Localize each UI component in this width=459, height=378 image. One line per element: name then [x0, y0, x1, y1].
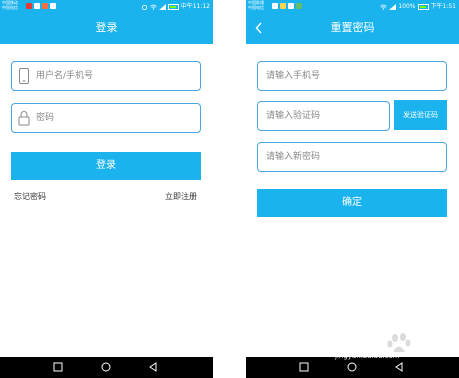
signal-icon: [389, 4, 397, 10]
app-header: 中国联通 中国电信 100% 下午1:51 重置密码: [246, 0, 459, 44]
status-indicators: 100% 下午1:51: [380, 2, 456, 12]
android-nav-bar: [0, 357, 213, 378]
password-field[interactable]: [11, 103, 201, 133]
battery-icon: [167, 4, 179, 10]
username-input[interactable]: [36, 68, 196, 84]
alarm-icon: [141, 4, 147, 10]
status-time: 中午11:12: [180, 3, 210, 10]
status-indicators: 中午11:12: [141, 2, 210, 12]
status-bar: 中国联通 中国电信 100% 下午1:51: [246, 0, 459, 14]
app-notification-icon: [272, 3, 278, 9]
reset-password-screen: 中国联通 中国电信 100% 下午1:51 重置密码 发送验证码: [246, 0, 459, 378]
lock-icon: [18, 111, 30, 126]
send-code-button[interactable]: 发送验证码: [394, 100, 447, 130]
notification-icons: [26, 3, 56, 11]
app-notification-icon: [26, 3, 32, 9]
username-field[interactable]: [11, 61, 201, 91]
app-header: 中国移动 中国电信 中午11:12 登录: [0, 0, 213, 44]
signal-icon: [158, 4, 166, 10]
page-title: 登录: [95, 21, 118, 34]
app-notification-icon: [42, 3, 48, 9]
new-password-field[interactable]: [257, 142, 447, 172]
square-icon[interactable]: [53, 362, 63, 372]
password-input[interactable]: [36, 110, 196, 126]
code-input[interactable]: [266, 108, 381, 124]
page-title: 重置密码: [330, 21, 375, 34]
watermark-text: jingyan.baidu.com: [335, 352, 400, 360]
app-notification-icon: [296, 3, 302, 9]
phone-icon: [19, 68, 29, 84]
new-password-input[interactable]: [266, 149, 436, 165]
forgot-password-link[interactable]: 忘记密码: [14, 191, 46, 202]
message-notification-icon: [34, 3, 40, 9]
wifi-icon: [380, 4, 388, 10]
notification-icons: [272, 3, 302, 11]
login-button[interactable]: 登录: [11, 152, 201, 180]
phone-input[interactable]: [266, 68, 436, 84]
triangle-back-icon[interactable]: [394, 362, 404, 372]
wifi-icon: [149, 4, 157, 10]
battery-icon: [417, 4, 429, 10]
mail-notification-icon: [50, 3, 56, 9]
chat-notification-icon: [288, 3, 294, 9]
login-screen: 中国移动 中国电信 中午11:12 登录 用户名/手机号 登录 忘记密码 立即注…: [0, 0, 213, 378]
status-time: 下午1:51: [430, 3, 456, 10]
square-icon[interactable]: [299, 362, 309, 372]
circle-icon[interactable]: [347, 362, 357, 372]
phone-field[interactable]: [257, 61, 447, 91]
confirm-button[interactable]: 确定: [257, 189, 447, 217]
app-notification-icon: [280, 3, 286, 9]
status-bar: 中国移动 中国电信 中午11:12: [0, 0, 213, 14]
register-link[interactable]: 立即注册: [165, 191, 197, 202]
code-field[interactable]: [257, 101, 390, 131]
circle-icon[interactable]: [101, 362, 111, 372]
triangle-back-icon[interactable]: [148, 362, 158, 372]
battery-percent: 100%: [398, 3, 416, 10]
